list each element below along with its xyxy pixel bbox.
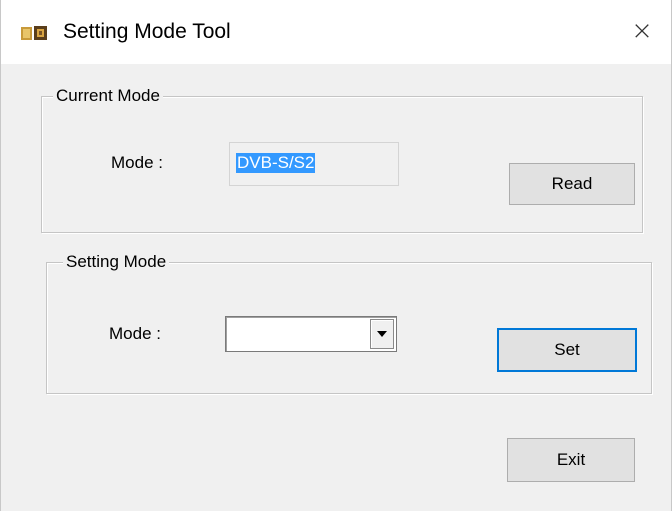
close-icon: × — [631, 16, 653, 46]
current-mode-group-label: Current Mode — [53, 86, 163, 106]
current-mode-value: DVB-S/S2 — [236, 153, 316, 173]
app-logo-icon — [21, 26, 47, 40]
window-title: Setting Mode Tool — [63, 20, 231, 43]
set-button[interactable]: Set — [497, 328, 637, 372]
chevron-down-icon — [377, 331, 387, 337]
read-button[interactable]: Read — [509, 163, 635, 205]
dropdown-arrow-button[interactable] — [370, 319, 394, 349]
setting-mode-label: Mode : — [109, 324, 161, 343]
title-bar[interactable]: Setting Mode Tool × — [1, 0, 671, 64]
setting-mode-group-label: Setting Mode — [63, 252, 170, 272]
exit-button[interactable]: Exit — [507, 438, 635, 482]
setting-mode-dialog: Setting Mode Tool × Current Mode Mode : … — [0, 0, 672, 511]
current-mode-label: Mode : — [111, 153, 163, 172]
close-button[interactable]: × — [613, 0, 671, 62]
mode-select-dropdown[interactable] — [225, 316, 397, 352]
current-mode-readout[interactable]: DVB-S/S2 — [229, 142, 399, 186]
